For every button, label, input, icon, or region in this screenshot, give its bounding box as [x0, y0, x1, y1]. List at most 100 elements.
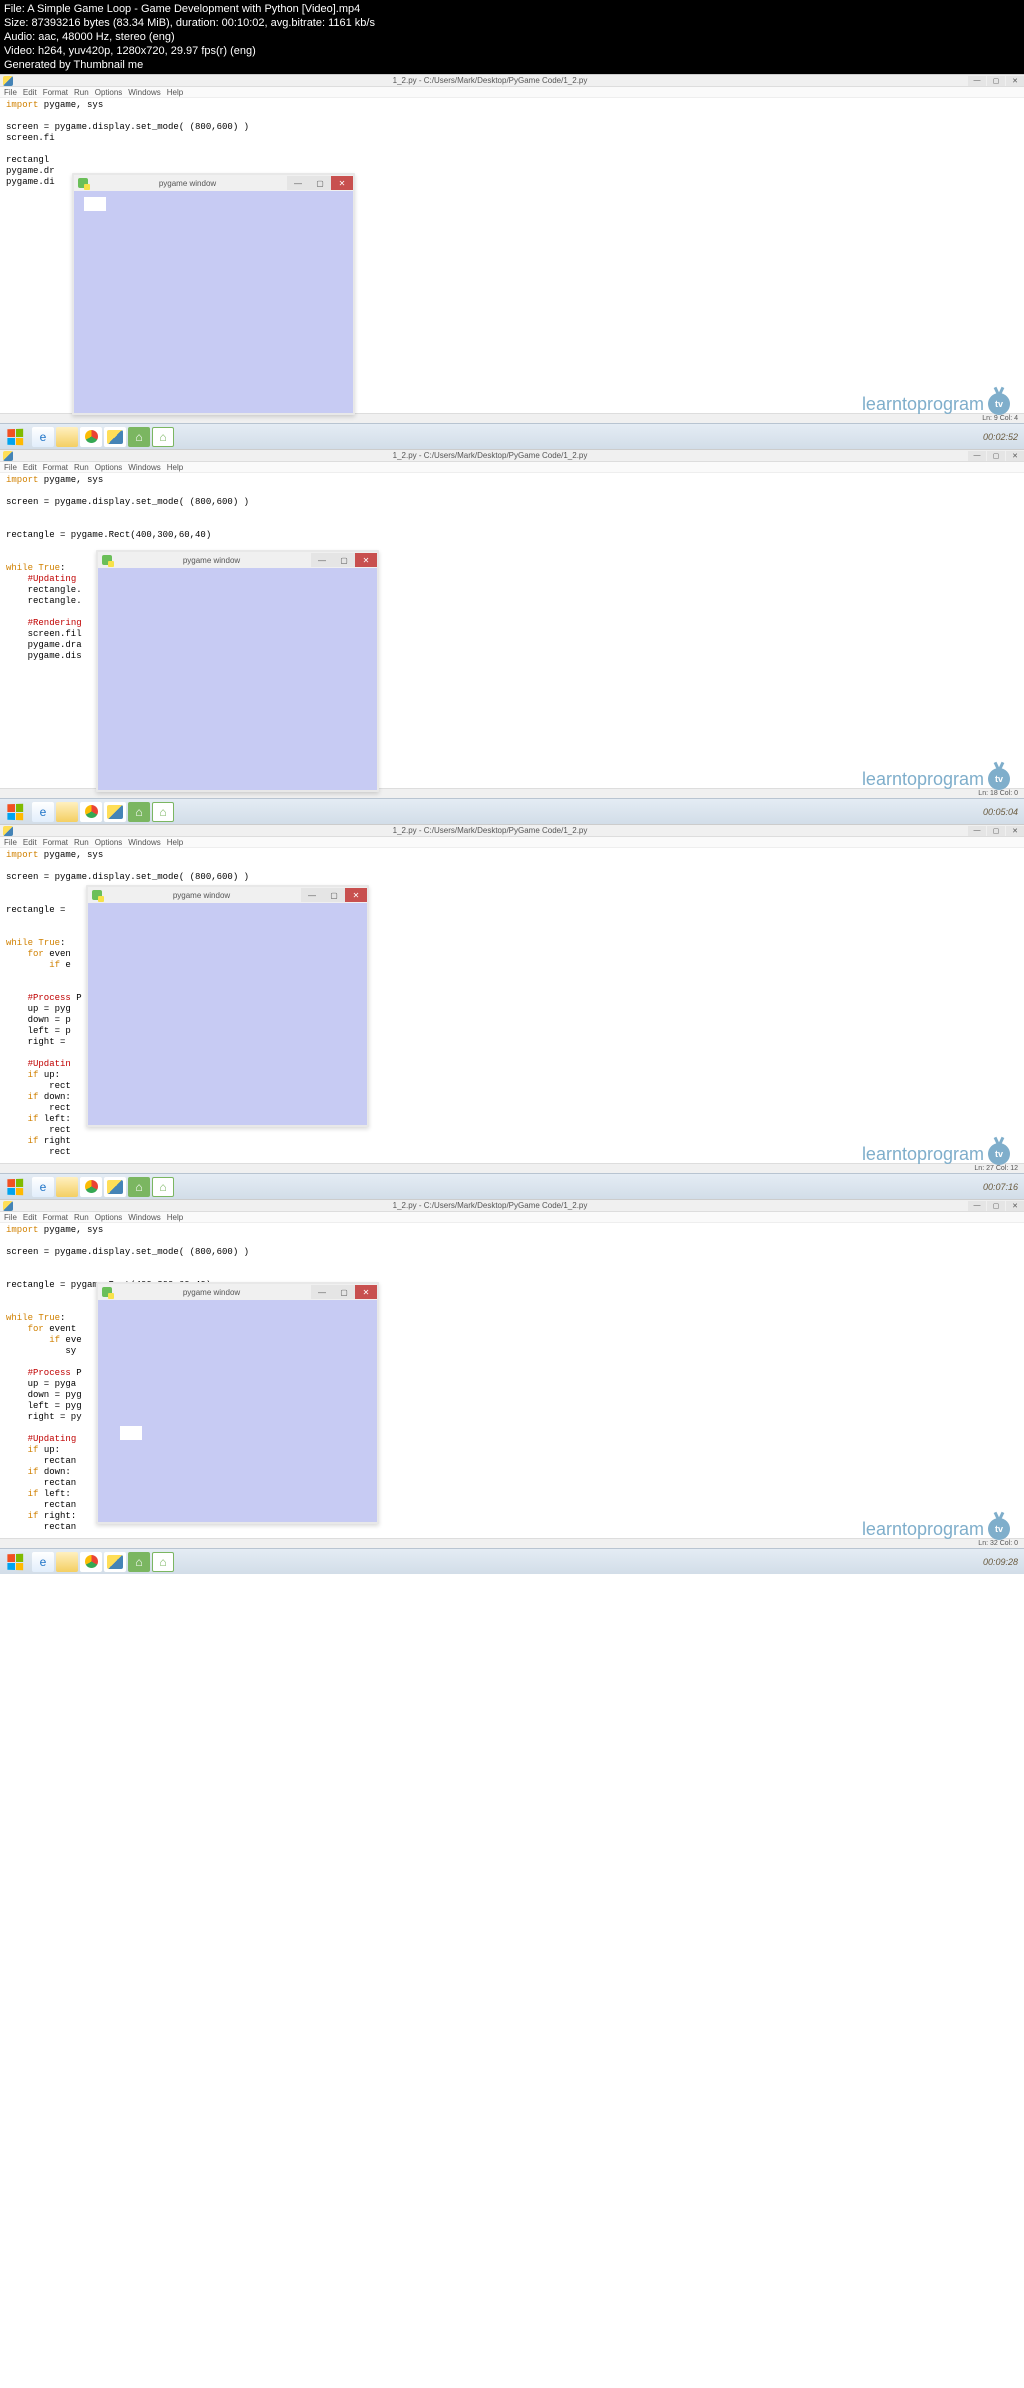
idle-menu[interactable]: File Edit Format Run Options Windows Help — [0, 87, 1024, 98]
explorer-icon[interactable] — [56, 802, 78, 822]
close-button[interactable]: ✕ — [345, 888, 367, 902]
idle-titlebar[interactable]: 1_2.py - C:/Users/Mark/Desktop/PyGame Co… — [0, 825, 1024, 837]
pygame-canvas[interactable] — [74, 191, 353, 413]
minimize-button[interactable]: — — [301, 888, 323, 902]
start-button[interactable] — [0, 424, 30, 450]
menu-item[interactable]: Options — [95, 838, 123, 847]
camtasia-icon[interactable]: ⌂ — [128, 1177, 150, 1197]
camtasia-icon[interactable]: ⌂ — [128, 1552, 150, 1572]
maximize-button[interactable]: ▢ — [333, 553, 355, 567]
idle-menu[interactable]: FileEditFormatRunOptionsWindowsHelp — [0, 462, 1024, 473]
maximize-button[interactable]: ▢ — [987, 826, 1005, 836]
ie-icon[interactable]: e — [32, 1177, 54, 1197]
explorer-icon[interactable] — [56, 1177, 78, 1197]
close-button[interactable]: ✕ — [355, 1285, 377, 1299]
python-file-icon[interactable] — [104, 1552, 126, 1572]
idle-titlebar[interactable]: 1_2.py - C:/Users/Mark/Desktop/PyGame Co… — [0, 75, 1024, 87]
chrome-icon[interactable] — [80, 1177, 102, 1197]
pygame-canvas[interactable] — [98, 1300, 377, 1522]
pygame-window[interactable]: pygame window — ▢ ✕ — [86, 885, 369, 1127]
explorer-icon[interactable] — [56, 1552, 78, 1572]
minimize-button[interactable]: — — [968, 1201, 986, 1211]
menu-item[interactable]: File — [4, 463, 17, 472]
close-button[interactable]: ✕ — [355, 553, 377, 567]
chrome-icon[interactable] — [80, 1552, 102, 1572]
menu-item[interactable]: Format — [43, 1213, 68, 1222]
camtasia-icon[interactable]: ⌂ — [128, 427, 150, 447]
menu-item[interactable]: Options — [95, 1213, 123, 1222]
minimize-button[interactable]: — — [968, 451, 986, 461]
ie-icon[interactable]: e — [32, 1552, 54, 1572]
taskbar[interactable]: e ⌂ ⌂ 00:02:52 — [0, 423, 1024, 449]
menu-item[interactable]: Options — [95, 463, 123, 472]
start-button[interactable] — [0, 799, 30, 825]
maximize-button[interactable]: ▢ — [987, 1201, 1005, 1211]
menu-item[interactable]: Options — [95, 88, 123, 97]
close-button[interactable]: ✕ — [1006, 451, 1024, 461]
pygame-window[interactable]: pygame window — ▢ ✕ — [96, 1282, 379, 1524]
pygame-canvas[interactable] — [98, 568, 377, 790]
pygame-canvas[interactable] — [88, 903, 367, 1125]
menu-item[interactable]: Run — [74, 88, 89, 97]
menu-item[interactable]: Windows — [128, 463, 160, 472]
chrome-icon[interactable] — [80, 427, 102, 447]
menu-item[interactable]: Run — [74, 463, 89, 472]
close-button[interactable]: ✕ — [1006, 76, 1024, 86]
minimize-button[interactable]: — — [968, 826, 986, 836]
python-file-icon[interactable] — [104, 1177, 126, 1197]
minimize-button[interactable]: — — [311, 1285, 333, 1299]
ie-icon[interactable]: e — [32, 427, 54, 447]
menu-item[interactable]: Help — [167, 88, 183, 97]
menu-item[interactable]: Help — [167, 1213, 183, 1222]
pygame-titlebar[interactable]: pygame window — ▢ ✕ — [88, 887, 367, 903]
minimize-button[interactable]: — — [968, 76, 986, 86]
camtasia-rec-icon[interactable]: ⌂ — [152, 427, 174, 447]
maximize-button[interactable]: ▢ — [323, 888, 345, 902]
menu-item[interactable]: Windows — [128, 838, 160, 847]
menu-item[interactable]: Format — [43, 838, 68, 847]
menu-item[interactable]: Windows — [128, 88, 160, 97]
menu-item[interactable]: Run — [74, 838, 89, 847]
menu-item[interactable]: Help — [167, 463, 183, 472]
taskbar[interactable]: e ⌂ ⌂ 00:05:04 — [0, 798, 1024, 824]
menu-item[interactable]: Help — [167, 838, 183, 847]
start-button[interactable] — [0, 1174, 30, 1200]
menu-item[interactable]: File — [4, 88, 17, 97]
maximize-button[interactable]: ▢ — [333, 1285, 355, 1299]
idle-menu[interactable]: File Edit Format Run Options Windows Help — [0, 837, 1024, 848]
menu-item[interactable]: Windows — [128, 1213, 160, 1222]
maximize-button[interactable]: ▢ — [987, 76, 1005, 86]
ie-icon[interactable]: e — [32, 802, 54, 822]
pygame-titlebar[interactable]: pygame window — ▢ ✕ — [74, 175, 353, 191]
menu-item[interactable]: Run — [74, 1213, 89, 1222]
maximize-button[interactable]: ▢ — [987, 451, 1005, 461]
idle-titlebar[interactable]: 1_2.py - C:/Users/Mark/Desktop/PyGame Co… — [0, 1200, 1024, 1212]
idle-menu[interactable]: File Edit Format Run Options Windows Help — [0, 1212, 1024, 1223]
close-button[interactable]: ✕ — [331, 176, 353, 190]
menu-item[interactable]: Edit — [23, 838, 37, 847]
python-file-icon[interactable] — [104, 802, 126, 822]
menu-item[interactable]: Format — [43, 88, 68, 97]
pygame-window[interactable]: pygame window — ▢ ✕ — [72, 173, 355, 415]
menu-item[interactable]: Edit — [23, 463, 37, 472]
python-file-icon[interactable] — [104, 427, 126, 447]
idle-titlebar[interactable]: 1_2.py - C:/Users/Mark/Desktop/PyGame Co… — [0, 450, 1024, 462]
taskbar[interactable]: e ⌂ ⌂ 00:09:28 — [0, 1548, 1024, 1574]
chrome-icon[interactable] — [80, 802, 102, 822]
camtasia-rec-icon[interactable]: ⌂ — [152, 1177, 174, 1197]
menu-item[interactable]: File — [4, 838, 17, 847]
menu-item[interactable]: Edit — [23, 1213, 37, 1222]
minimize-button[interactable]: — — [311, 553, 333, 567]
camtasia-icon[interactable]: ⌂ — [128, 802, 150, 822]
pygame-titlebar[interactable]: pygame window — ▢ ✕ — [98, 552, 377, 568]
maximize-button[interactable]: ▢ — [309, 176, 331, 190]
pygame-window[interactable]: pygame window — ▢ ✕ — [96, 550, 379, 792]
camtasia-rec-icon[interactable]: ⌂ — [152, 1552, 174, 1572]
close-button[interactable]: ✕ — [1006, 1201, 1024, 1211]
menu-item[interactable]: File — [4, 1213, 17, 1222]
menu-item[interactable]: Edit — [23, 88, 37, 97]
close-button[interactable]: ✕ — [1006, 826, 1024, 836]
minimize-button[interactable]: — — [287, 176, 309, 190]
start-button[interactable] — [0, 1549, 30, 1575]
camtasia-rec-icon[interactable]: ⌂ — [152, 802, 174, 822]
